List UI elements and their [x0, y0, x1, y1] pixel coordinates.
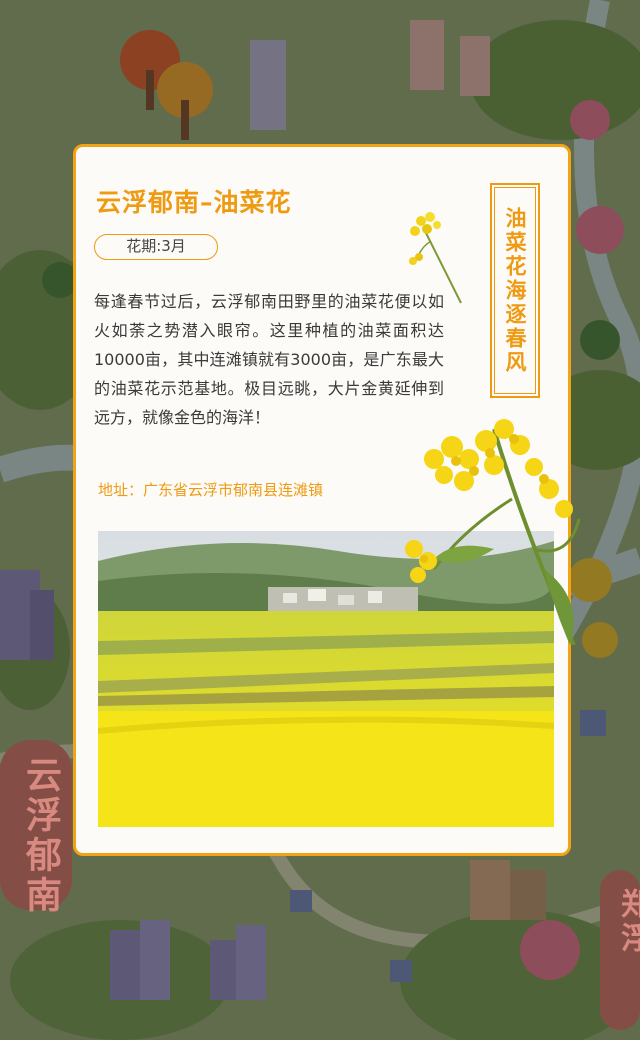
card-title: 云浮郁南–油菜花: [96, 188, 292, 217]
season-badge: 花期:3月: [94, 234, 218, 260]
vertical-title-frame: 油菜花海逐春风: [490, 183, 540, 398]
vertical-title: 油菜花海逐春风: [503, 206, 527, 375]
map-label-right: 郑浮: [615, 888, 640, 956]
card-description: 每逢春节过后，云浮郁南田野里的油菜花便以如火如荼之势潜入眼帘。这里种植的油菜面积…: [94, 292, 444, 427]
small-rapeseed-sprig-icon: [409, 212, 462, 304]
vertical-title-inner-frame: 油菜花海逐春风: [494, 187, 536, 394]
map-label-yunfu-yunan: 云浮郁南: [20, 756, 61, 916]
address-text: 地址：广东省云浮市郁南县连滩镇: [98, 481, 324, 499]
attraction-card: 云浮郁南–油菜花 花期:3月 每逢春节过后，云浮郁南田野里的油菜花便以如火如荼之…: [73, 144, 581, 856]
large-rapeseed-flower-icon: [405, 419, 581, 645]
